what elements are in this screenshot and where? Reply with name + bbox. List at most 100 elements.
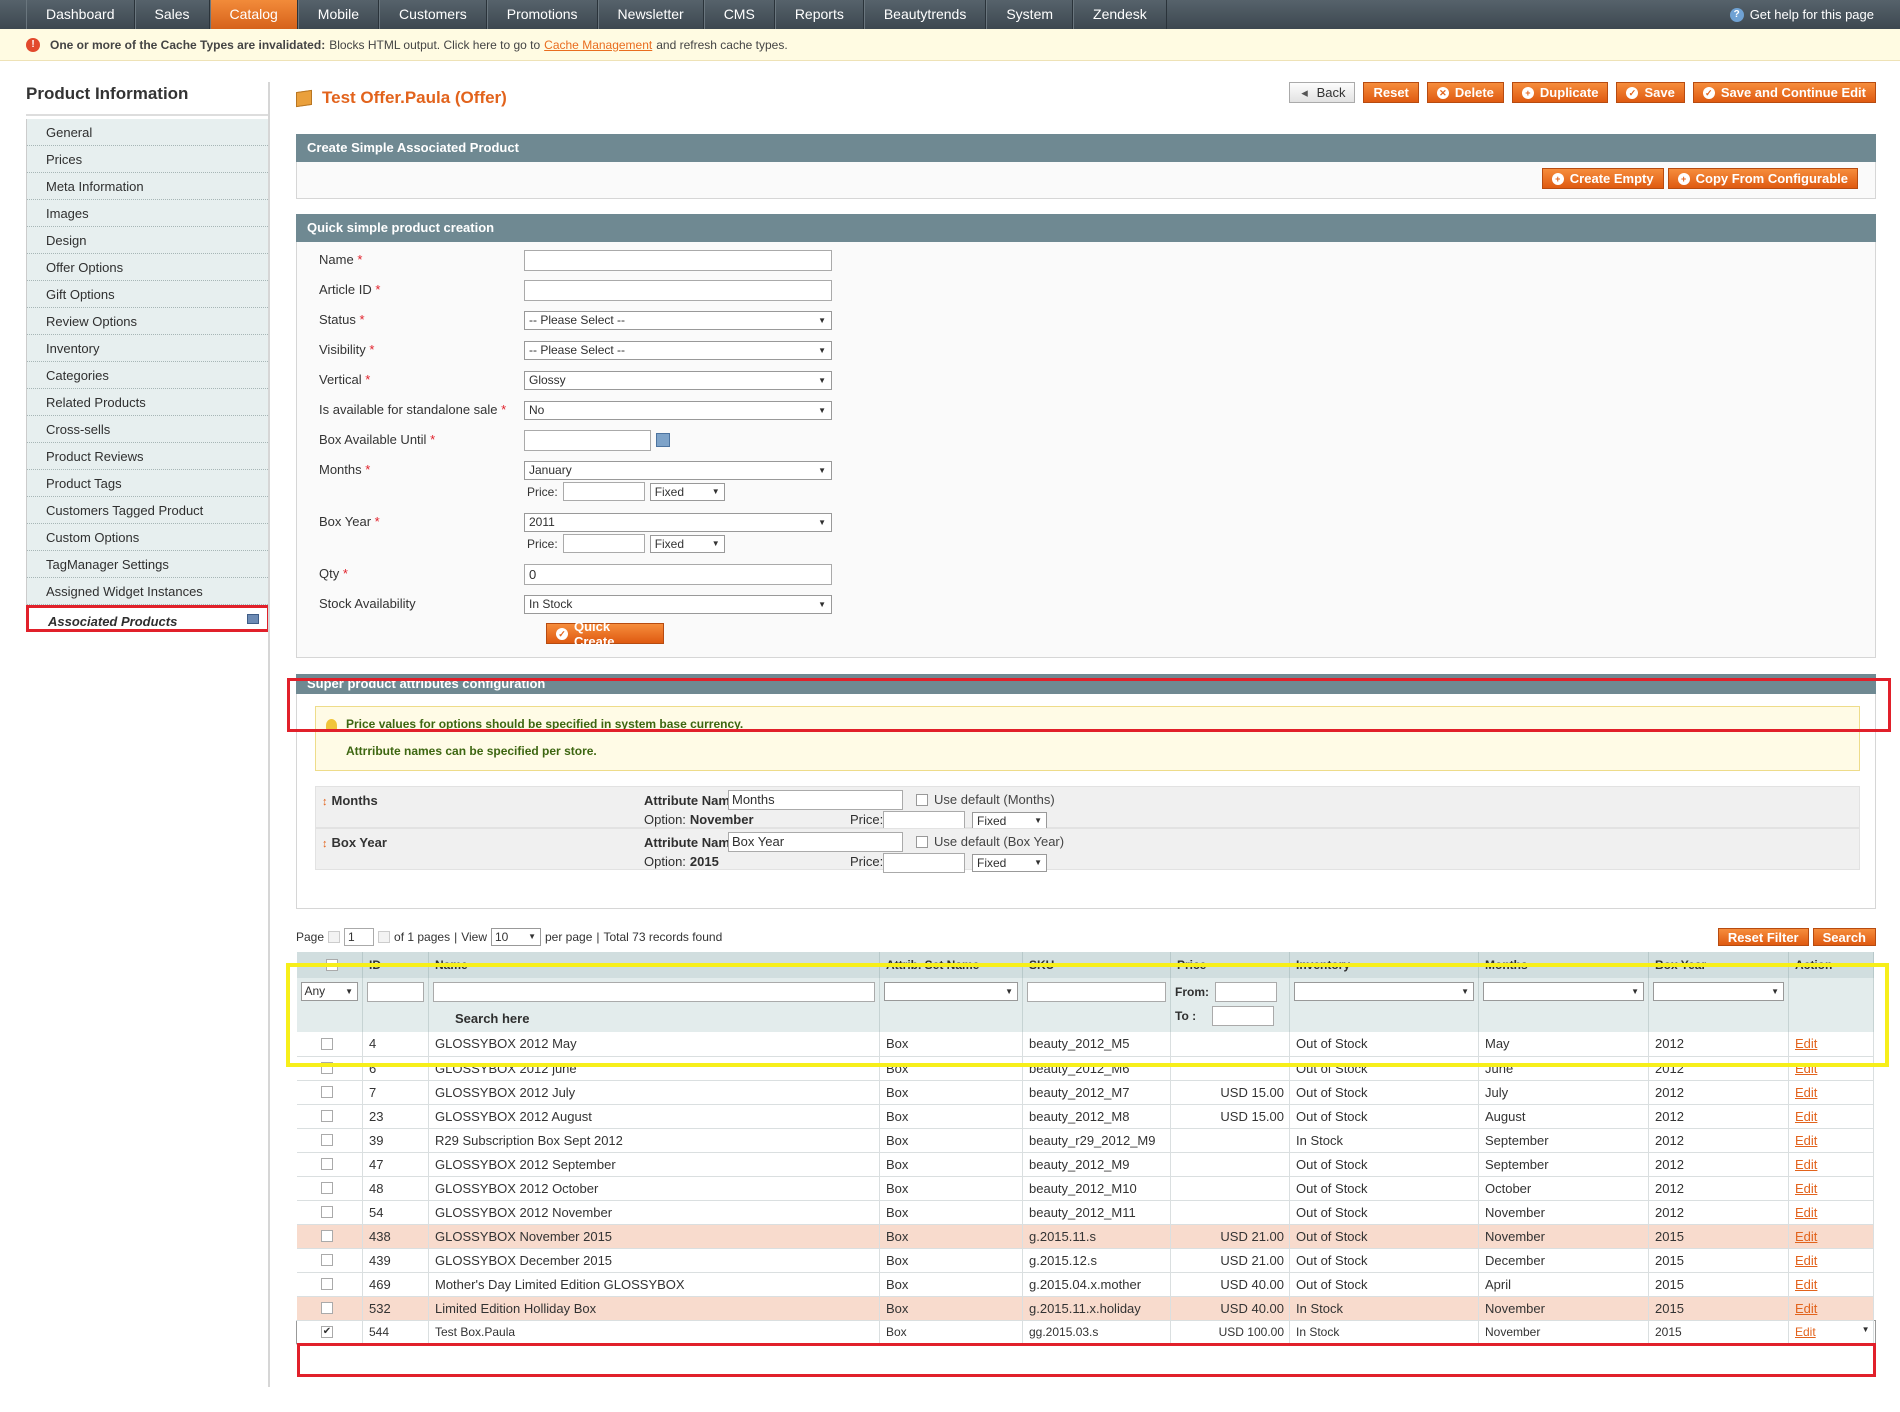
nav-dashboard[interactable]: Dashboard: [26, 0, 135, 29]
sidebar-tab-product-tags[interactable]: Product Tags: [27, 470, 270, 497]
sidebar-tab-custom-options[interactable]: Custom Options: [27, 524, 270, 551]
months-select[interactable]: January: [524, 461, 832, 480]
table-row[interactable]: 438 GLOSSYBOX November 2015 Box g.2015.11.s…: [296, 1224, 1876, 1249]
row-checkbox[interactable]: [320, 1254, 333, 1266]
nav-promotions[interactable]: Promotions: [486, 0, 598, 29]
next-page-icon[interactable]: [378, 931, 391, 943]
standalone-select[interactable]: No: [524, 401, 832, 420]
sidebar-tab-review-options[interactable]: Review Options: [27, 308, 270, 335]
row-checkbox[interactable]: [320, 1110, 333, 1122]
sidebar-tab-associated-products[interactable]: Associated Products: [26, 605, 270, 632]
sidebar-tab-inventory[interactable]: Inventory: [27, 335, 270, 362]
quick-create-button[interactable]: ✓ Quick Create: [546, 619, 664, 649]
sidebar-tab-gift-options[interactable]: Gift Options: [27, 281, 270, 308]
row-checkbox[interactable]: [320, 1182, 333, 1194]
cache-management-link[interactable]: Cache Management: [544, 38, 652, 52]
sidebar-tab-assigned-widget-instances[interactable]: Assigned Widget Instances: [27, 578, 270, 605]
edit-link[interactable]: Edit: [1795, 1133, 1817, 1148]
row-checkbox[interactable]: [320, 1302, 333, 1314]
table-row[interactable]: 7 GLOSSYBOX 2012 July Box beauty_2012_M7 USD…: [296, 1080, 1876, 1105]
back-button[interactable]: ◂ Back: [1288, 82, 1356, 103]
months-use-default-checkbox[interactable]: [916, 794, 928, 806]
box-year-select[interactable]: 2011: [524, 513, 832, 532]
table-row[interactable]: 532 Limited Edition Holliday Box Box g.2015…: [296, 1296, 1876, 1321]
months-price-input[interactable]: [562, 482, 645, 501]
sidebar-tab-meta-information[interactable]: Meta Information: [27, 173, 270, 200]
edit-link[interactable]: Edit: [1795, 1301, 1817, 1316]
edit-link[interactable]: Edit: [1795, 1325, 1816, 1339]
edit-link[interactable]: Edit: [1795, 1205, 1817, 1220]
save-button[interactable]: ✓ Save: [1616, 82, 1685, 103]
table-row[interactable]: 48 GLOSSYBOX 2012 October Box beauty_2012_M…: [296, 1176, 1876, 1201]
save-continue-button[interactable]: ✓ Save and Continue Edit: [1692, 82, 1876, 103]
sidebar-tab-design[interactable]: Design: [27, 227, 270, 254]
nav-customers[interactable]: Customers: [379, 0, 487, 29]
table-row[interactable]: 23 GLOSSYBOX 2012 August Box beauty_2012_M8…: [296, 1104, 1876, 1129]
edit-link[interactable]: Edit: [1795, 1085, 1817, 1100]
nav-beautytrends[interactable]: Beautytrends: [863, 0, 987, 29]
nav-catalog[interactable]: Catalog: [209, 0, 298, 29]
visibility-select[interactable]: -- Please Select --: [524, 341, 832, 360]
nav-reports[interactable]: Reports: [774, 0, 864, 29]
box-year-attr-name[interactable]: ↕ Box Year: [322, 835, 387, 850]
create-empty-button[interactable]: + Create Empty: [1541, 168, 1664, 189]
sidebar-tab-product-reviews[interactable]: Product Reviews: [27, 443, 270, 470]
box-year-attr-input[interactable]: Box Year: [728, 832, 903, 852]
nav-sales[interactable]: Sales: [134, 0, 210, 29]
sidebar-tab-cross-sells[interactable]: Cross-sells: [27, 416, 270, 443]
edit-link[interactable]: Edit: [1795, 1157, 1817, 1172]
edit-link[interactable]: Edit: [1795, 1229, 1817, 1244]
qty-input[interactable]: 0: [524, 564, 832, 585]
box-year-option-price-type[interactable]: Fixed: [972, 854, 1047, 872]
row-checkbox[interactable]: [320, 1230, 333, 1242]
sidebar-tab-general[interactable]: General: [27, 119, 270, 146]
box-year-option-price-input[interactable]: [883, 853, 965, 873]
box-year-price-input[interactable]: [562, 534, 645, 553]
name-input[interactable]: [524, 250, 832, 271]
row-checkbox[interactable]: [320, 1206, 333, 1218]
table-row[interactable]: 469 Mother's Day Limited Edition GLOSSYBO…: [296, 1272, 1876, 1297]
article-id-input[interactable]: [524, 280, 832, 301]
reset-filter-button[interactable]: Reset Filter: [1717, 928, 1809, 946]
per-page-select[interactable]: 10: [491, 928, 541, 946]
sidebar-tab-customers-tagged-product[interactable]: Customers Tagged Product: [27, 497, 270, 524]
box-year-use-default-checkbox[interactable]: [916, 836, 928, 848]
table-row[interactable]: 54 GLOSSYBOX 2012 November Box beauty_2012_…: [296, 1200, 1876, 1225]
vertical-select[interactable]: Glossy: [524, 371, 832, 390]
sidebar-tab-categories[interactable]: Categories: [27, 362, 270, 389]
copy-from-configurable-button[interactable]: + Copy From Configurable: [1667, 168, 1858, 189]
edit-link[interactable]: Edit: [1795, 1109, 1817, 1124]
table-row[interactable]: 439 GLOSSYBOX December 2015 Box g.2015.12.s…: [296, 1248, 1876, 1273]
help-link[interactable]: ? Get help for this page: [1729, 0, 1874, 29]
row-checkbox[interactable]: ✔: [321, 1326, 333, 1338]
duplicate-button[interactable]: + Duplicate: [1511, 82, 1609, 103]
table-row[interactable]: 39 R29 Subscription Box Sept 2012 Box beaut…: [296, 1128, 1876, 1153]
nav-mobile[interactable]: Mobile: [297, 0, 380, 29]
delete-button[interactable]: ✕ Delete: [1426, 82, 1504, 103]
nav-cms[interactable]: CMS: [703, 0, 775, 29]
row-checkbox[interactable]: [320, 1086, 333, 1098]
months-price-type[interactable]: Fixed: [649, 482, 725, 501]
nav-newsletter[interactable]: Newsletter: [597, 0, 704, 29]
row-checkbox[interactable]: [320, 1134, 333, 1146]
page-input[interactable]: 1: [344, 928, 375, 946]
sidebar-tab-prices[interactable]: Prices: [27, 146, 270, 173]
nav-system[interactable]: System: [986, 0, 1074, 29]
table-row[interactable]: 47 GLOSSYBOX 2012 September Box beauty_2012…: [296, 1152, 1876, 1177]
sidebar-tab-offer-options[interactable]: Offer Options: [27, 254, 270, 281]
months-attr-name[interactable]: ↕ Months: [322, 793, 378, 808]
sidebar-tab-images[interactable]: Images: [27, 200, 270, 227]
table-row[interactable]: ✔ 544 Test Box.Paula Box gg.2015.03.s USD 100…: [296, 1320, 1876, 1345]
status-select[interactable]: -- Please Select --: [524, 311, 832, 330]
search-button[interactable]: Search: [1812, 928, 1876, 946]
stock-select[interactable]: In Stock: [524, 595, 832, 614]
row-checkbox[interactable]: [320, 1158, 333, 1170]
prev-page-icon[interactable]: [328, 931, 341, 943]
calendar-icon[interactable]: [656, 433, 670, 447]
sidebar-tab-related-products[interactable]: Related Products: [27, 389, 270, 416]
months-attr-input[interactable]: Months: [728, 790, 903, 810]
edit-link[interactable]: Edit: [1795, 1277, 1817, 1292]
sidebar-tab-tagmanager-settings[interactable]: TagManager Settings: [27, 551, 270, 578]
box-until-input[interactable]: [524, 430, 651, 451]
edit-link[interactable]: Edit: [1795, 1181, 1817, 1196]
